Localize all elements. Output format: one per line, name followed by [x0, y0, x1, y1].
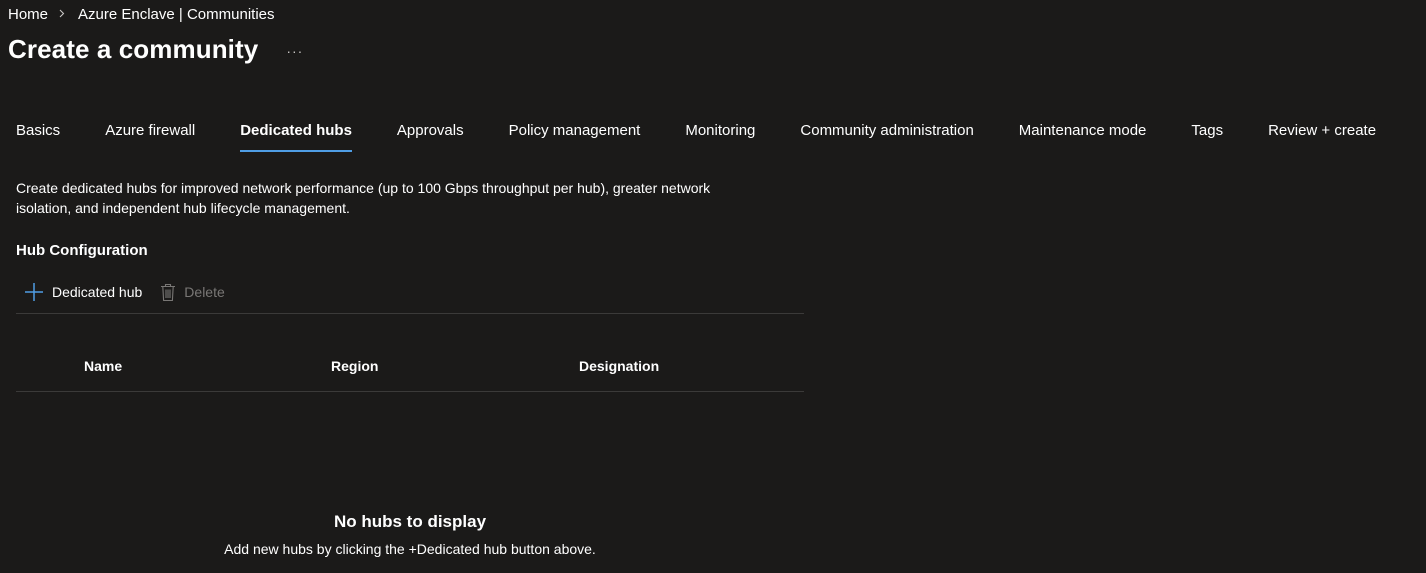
tab-maintenance-mode[interactable]: Maintenance mode: [1019, 118, 1147, 152]
more-options-icon[interactable]: ···: [286, 43, 303, 59]
add-dedicated-hub-label: Dedicated hub: [52, 284, 143, 300]
breadcrumb: Home Azure Enclave | Communities: [8, 6, 275, 23]
trash-icon: [161, 283, 176, 301]
delete-button[interactable]: Delete: [160, 280, 225, 304]
hub-toolbar: Dedicated hub Delete: [16, 280, 804, 314]
tab-basics[interactable]: Basics: [16, 118, 60, 152]
empty-state-subtitle: Add new hubs by clicking the +Dedicated …: [224, 541, 596, 557]
tab-description: Create dedicated hubs for improved netwo…: [16, 178, 776, 218]
column-header-designation[interactable]: Designation: [579, 358, 659, 374]
breadcrumb-communities[interactable]: Azure Enclave | Communities: [78, 6, 274, 23]
tab-approvals[interactable]: Approvals: [397, 118, 464, 152]
chevron-right-icon: [59, 9, 65, 21]
tab-review-create[interactable]: Review + create: [1268, 118, 1376, 152]
page-title: Create a community: [8, 34, 259, 64]
breadcrumb-home[interactable]: Home: [8, 6, 48, 23]
empty-state-title: No hubs to display: [333, 512, 487, 531]
section-title: Hub Configuration: [16, 242, 148, 259]
tab-community-administration[interactable]: Community administration: [800, 118, 973, 152]
tab-dedicated-hubs[interactable]: Dedicated hubs: [240, 118, 352, 152]
tab-tags[interactable]: Tags: [1191, 118, 1223, 152]
description-line-1: Create dedicated hubs for improved netwo…: [16, 180, 711, 196]
title-row: Create a community ···: [8, 34, 303, 65]
delete-label: Delete: [184, 284, 225, 300]
plus-icon: [25, 283, 43, 301]
tab-monitoring[interactable]: Monitoring: [685, 118, 755, 152]
column-header-name[interactable]: Name: [84, 358, 122, 374]
page: Home Azure Enclave | Communities Create …: [0, 0, 1426, 573]
add-dedicated-hub-button[interactable]: Dedicated hub: [16, 280, 142, 304]
tab-policy-management[interactable]: Policy management: [509, 118, 641, 152]
column-header-region[interactable]: Region: [331, 358, 378, 374]
tab-azure-firewall[interactable]: Azure firewall: [105, 118, 195, 152]
description-line-2: isolation, and independent hub lifecycle…: [16, 200, 350, 216]
hubs-table-header: Name Region Designation: [16, 350, 804, 392]
tab-bar: Basics Azure firewall Dedicated hubs App…: [16, 118, 1376, 152]
